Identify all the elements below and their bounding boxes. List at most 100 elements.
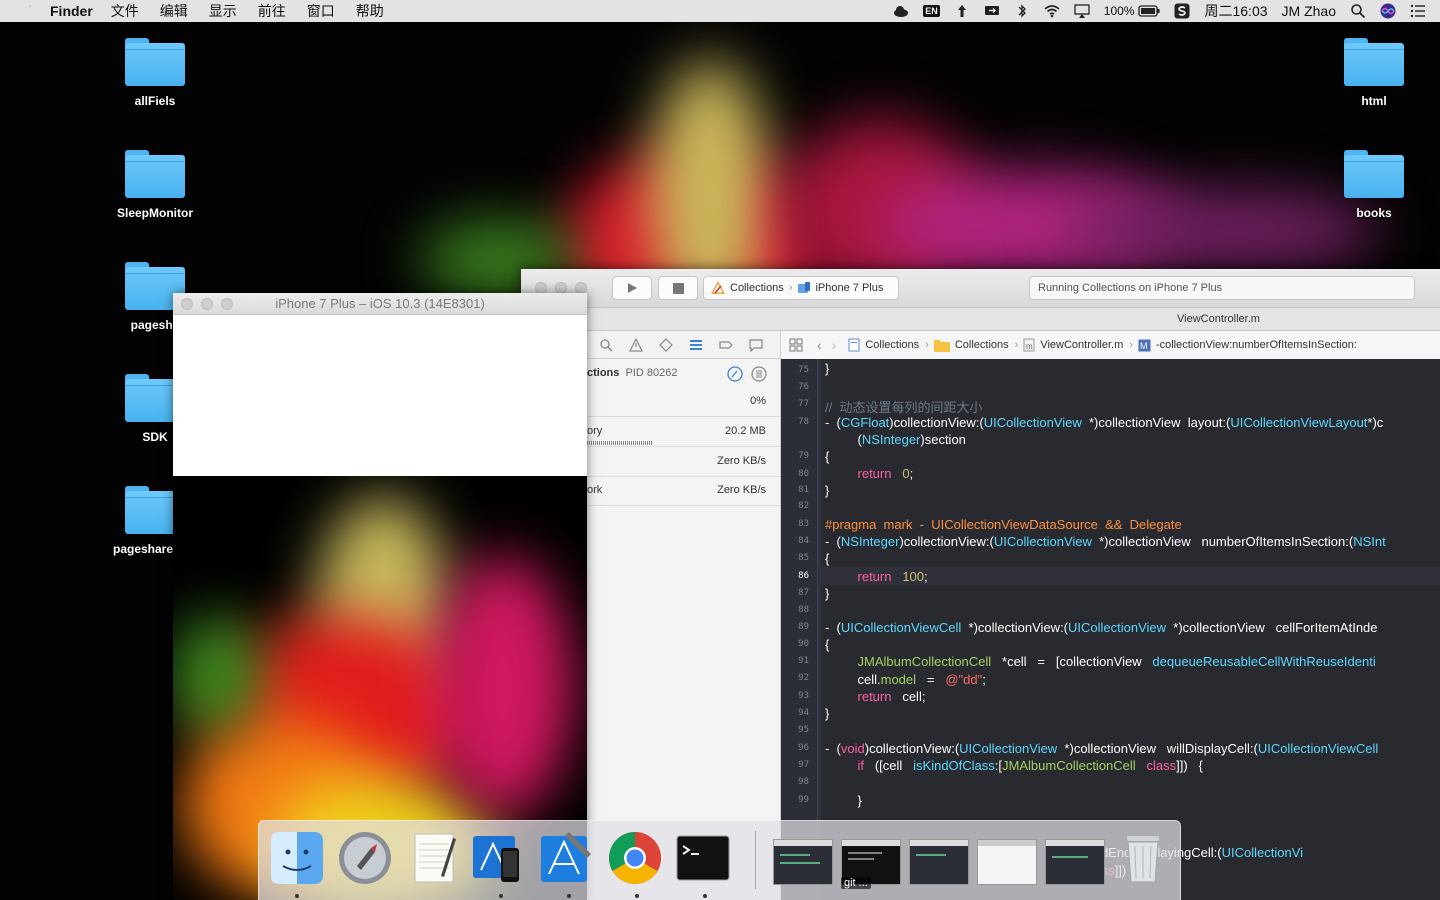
process-row[interactable]: ctions PID 80262 [587, 367, 677, 379]
thread-options-icon[interactable] [751, 366, 767, 382]
dock-launchpad[interactable] [337, 830, 393, 886]
menu-view[interactable]: 显示 [209, 1, 237, 21]
breadcrumb-label: Collections [954, 339, 1009, 351]
wifi-icon[interactable] [1044, 3, 1060, 19]
test-navigator-icon[interactable] [659, 338, 673, 352]
line-number: 99 [798, 795, 809, 805]
stop-button[interactable] [658, 276, 698, 300]
menu-edit[interactable]: 编辑 [160, 1, 188, 21]
back-arrow-icon[interactable]: ‹ [817, 337, 822, 353]
textedit-icon [414, 833, 456, 883]
simulator-titlebar[interactable]: iPhone 7 Plus – iOS 10.3 (14E8301) [173, 293, 587, 315]
scheme-selector[interactable]: Collections › iPhone 7 Plus [703, 276, 899, 300]
dock: git ... [258, 820, 1181, 900]
breakpoint-navigator-icon[interactable] [719, 338, 733, 352]
menu-help[interactable]: 帮助 [356, 1, 384, 21]
sogou-icon[interactable] [1174, 3, 1190, 19]
gauge-icon[interactable] [727, 366, 743, 382]
running-indicator [703, 894, 707, 898]
battery-percent: 100% [1103, 4, 1135, 18]
dock-simulator[interactable] [471, 830, 527, 886]
code-line: // 动态设置每列的间距大小 [825, 400, 983, 415]
siri-icon[interactable] [1380, 3, 1396, 19]
dock-chrome[interactable] [607, 830, 663, 886]
minimize-button[interactable] [201, 298, 213, 310]
code-line: return cell; [857, 689, 926, 704]
teamviewer-icon[interactable] [984, 3, 1000, 19]
menu-app-finder[interactable]: Finder [50, 3, 93, 19]
dock-minimized-window-xcode-2[interactable] [909, 839, 969, 885]
code-line: return 0; [857, 466, 914, 481]
line-number: 98 [798, 777, 809, 787]
launchpad-icon [339, 832, 391, 884]
code-line: - (NSInteger)collectionView:(UICollectio… [825, 534, 1386, 549]
line-number: 96 [798, 743, 809, 753]
line-number: 75 [798, 365, 809, 375]
code-line: - (void)collectionView:(UICollectionView… [825, 741, 1379, 756]
apple-menu-icon[interactable] [20, 3, 36, 19]
menu-go[interactable]: 前往 [258, 1, 286, 21]
method-icon: M [1138, 339, 1151, 351]
line-number: 81 [798, 485, 809, 495]
breadcrumb-group[interactable]: Collections [933, 339, 1009, 352]
related-items-icon[interactable] [789, 338, 803, 352]
dock-minimized-window-xcode-3[interactable] [1045, 839, 1105, 885]
forward-arrow-icon[interactable]: › [832, 337, 837, 353]
bluetooth-icon[interactable] [1014, 3, 1030, 19]
battery-icon[interactable] [1138, 3, 1160, 19]
code-folding-ribbon [818, 359, 821, 900]
code-line: - (CGFloat)collectionView:(UICollectionV… [825, 415, 1384, 430]
source-editor[interactable]: } // 动态设置每列的间距大小 - (CGFloat)collectionVi… [818, 359, 1440, 900]
breadcrumb-method[interactable]: M -collectionView:numberOfItemsInSection… [1138, 339, 1357, 352]
input-method-icon[interactable]: EN [923, 5, 940, 17]
line-number: 79 [798, 451, 809, 461]
zoom-button[interactable] [221, 298, 233, 310]
user-name[interactable]: JM Zhao [1282, 3, 1336, 19]
code-line: } [825, 361, 830, 376]
notification-center-icon[interactable] [1410, 3, 1426, 19]
desktop-folder-html[interactable]: html [1324, 38, 1424, 108]
folder-label: allFiels [134, 94, 176, 108]
dock-trash[interactable] [1115, 830, 1171, 886]
report-navigator-icon[interactable] [749, 338, 763, 352]
dock-minimized-window-xcode-1[interactable] [773, 839, 833, 885]
line-number: 85 [798, 553, 809, 563]
dock-finder[interactable] [269, 830, 325, 886]
dock-textedit[interactable] [405, 830, 461, 886]
code-line: - (UICollectionViewCell *)collectionView… [825, 620, 1378, 635]
menu-file[interactable]: 文件 [111, 1, 139, 21]
desktop-folder-books[interactable]: books [1324, 150, 1424, 220]
cloud-icon[interactable] [893, 3, 909, 19]
dock-minimized-window-chrome[interactable] [977, 839, 1037, 885]
close-button[interactable] [181, 298, 193, 310]
dock-terminal[interactable] [675, 830, 731, 886]
issue-navigator-icon[interactable] [629, 338, 643, 352]
code-line: } [825, 706, 830, 721]
desktop-folder-sleepmonitor[interactable]: SleepMonitor [105, 150, 205, 220]
breadcrumb-project[interactable]: Collections [848, 338, 919, 352]
svg-text:m: m [1026, 342, 1033, 351]
code-line: { [825, 637, 830, 652]
trash-icon [1127, 836, 1159, 883]
tab-viewcontroller[interactable]: ViewController.m [1177, 313, 1260, 325]
menu-bar: Finder 文件 编辑 显示 前往 窗口 帮助 EN 100% 周二16:03… [0, 0, 1440, 22]
desktop-folder-allfiels[interactable]: allFiels [105, 38, 205, 108]
airplay-icon[interactable] [1074, 3, 1090, 19]
simulator-blank-area[interactable] [173, 315, 587, 476]
simulator-window: iPhone 7 Plus – iOS 10.3 (14E8301) [173, 293, 587, 900]
menu-window[interactable]: 窗口 [307, 1, 335, 21]
dock-xcode[interactable] [539, 830, 595, 886]
line-number: 76 [798, 382, 809, 392]
clock[interactable]: 周二16:03 [1204, 1, 1267, 21]
line-number: 80 [798, 469, 809, 479]
debug-navigator-icon[interactable] [689, 338, 703, 352]
line-number: 88 [798, 605, 809, 615]
line-number: 77 [798, 399, 809, 409]
line-number: 91 [798, 656, 809, 666]
run-button[interactable] [612, 276, 652, 300]
breadcrumb-file[interactable]: m ViewController.m [1023, 338, 1123, 352]
spotlight-search-icon[interactable] [1350, 3, 1366, 19]
folder-icon [1344, 38, 1404, 86]
upload-arrow-icon[interactable] [954, 3, 970, 19]
find-navigator-icon[interactable] [599, 338, 613, 352]
